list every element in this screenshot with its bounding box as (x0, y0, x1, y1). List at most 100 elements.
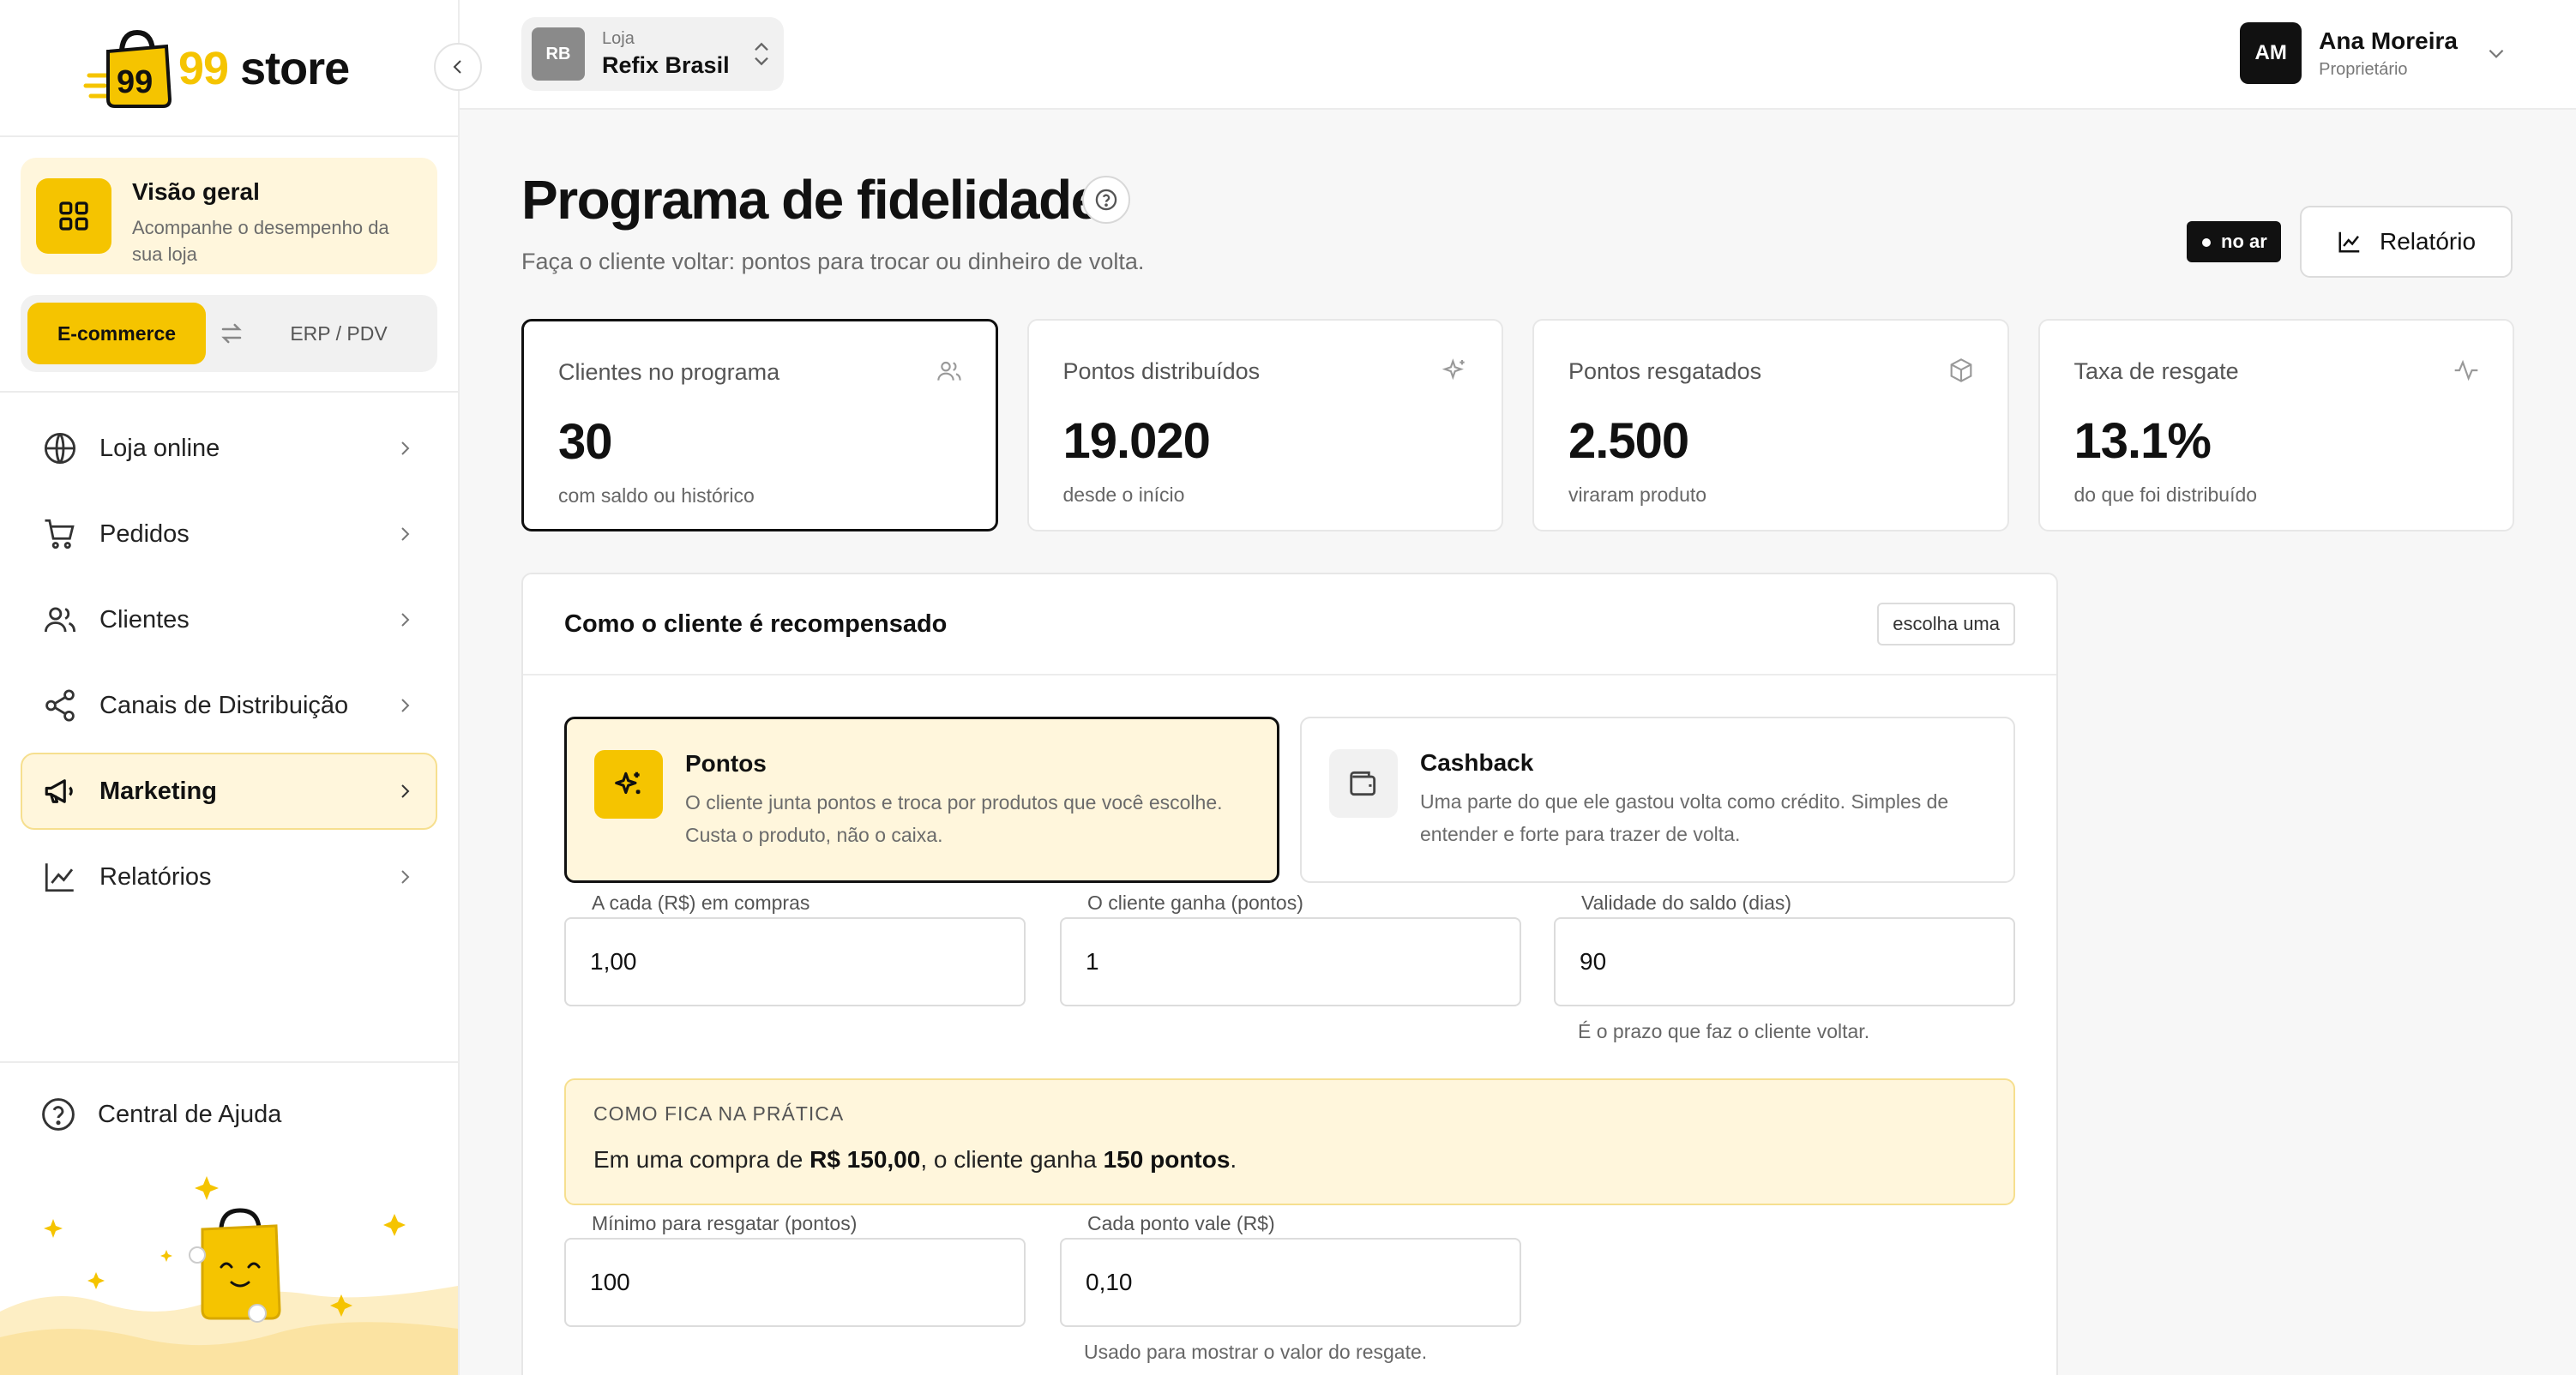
sidebar-item-label: Loja online (99, 434, 220, 462)
stat-note: do que foi distribuído (2073, 483, 2258, 506)
stat-value: 13.1% (2073, 413, 2212, 469)
option-title: Cashback (1420, 749, 1534, 776)
help-center-label: Central de Ajuda (98, 1100, 282, 1128)
stat-label: Pontos resgatados (1568, 358, 1762, 384)
min-redeem-input[interactable]: 100 (564, 1238, 1026, 1327)
chevron-right-icon (401, 441, 410, 455)
status-badge: no ar (2187, 221, 2281, 262)
stat-card-pontos-resgatados[interactable]: Pontos resgatados 2.500 viraram produto (1532, 319, 2009, 531)
stat-value: 2.500 (1568, 413, 1689, 469)
chevron-left-icon (453, 60, 461, 74)
spend-input[interactable]: 1,00 (564, 917, 1026, 1006)
panel-title: Como o cliente é recompensado (564, 609, 948, 638)
chevron-right-icon (401, 870, 410, 884)
divider (0, 1061, 458, 1063)
sparkle-icon (594, 750, 663, 819)
sidebar-item-clientes[interactable]: Clientes (21, 581, 437, 658)
help-center-link[interactable]: Central de Ajuda (39, 1096, 281, 1133)
sidebar-nav: Loja online Pedidos Clientes Canais de D… (21, 410, 437, 924)
brand-name-word: store (228, 43, 350, 94)
user-menu[interactable]: AM Ana Moreira Proprietário (2240, 22, 2507, 84)
field-label: A cada (R$) em compras (592, 892, 810, 914)
practice-post: . (1230, 1146, 1237, 1173)
min-redeem-field: Mínimo para resgatar (pontos) 100 (564, 1212, 1026, 1327)
chevron-right-icon (401, 527, 410, 541)
chevron-right-icon (401, 699, 410, 712)
user-role: Proprietário (2319, 59, 2408, 79)
shopping-bag-logo-icon: 99 (82, 27, 172, 110)
store-label: Loja (602, 29, 635, 48)
stat-label: Taxa de resgate (2073, 358, 2239, 384)
practice-amount: R$ 150,00 (810, 1146, 921, 1173)
validity-field: Validade do saldo (dias) 90 É o prazo qu… (1554, 892, 2015, 1043)
mode-erp-button[interactable]: ERP / PDV (257, 303, 420, 364)
globe-icon (41, 429, 79, 467)
choose-one-badge: escolha uma (1877, 603, 2015, 645)
earn-field: O cliente ganha (pontos) 1 (1060, 892, 1521, 1006)
activity-icon (2454, 359, 2478, 381)
page-subtitle: Faça o cliente voltar: pontos para troca… (521, 249, 1145, 274)
mode-toggle: E-commerce ERP / PDV (21, 295, 437, 372)
sidebar-item-label: Clientes (99, 605, 190, 633)
practice-text: Em uma compra de R$ 150,00, o cliente ga… (593, 1146, 1986, 1174)
brand-name-number: 99 (178, 43, 229, 94)
earn-input[interactable]: 1 (1060, 917, 1521, 1006)
store-avatar: RB (532, 27, 585, 81)
field-label: Cada ponto vale (R$) (1087, 1212, 1275, 1234)
store-switcher[interactable]: RB Loja Refix Brasil (521, 17, 784, 91)
field-label: Validade do saldo (dias) (1581, 892, 1792, 914)
bag-mascot-icon (189, 1208, 281, 1323)
option-title: Pontos (685, 750, 767, 777)
field-help: É o prazo que faz o cliente voltar. (1578, 1020, 1870, 1042)
sidebar: 99 99 store Visão geral Acompanhe o dese… (0, 0, 460, 1375)
field-label: Mínimo para resgatar (pontos) (592, 1212, 858, 1234)
divider (0, 135, 458, 137)
stat-note: viraram produto (1568, 483, 1707, 506)
overview-card[interactable]: Visão geral Acompanhe o desempenho da su… (21, 158, 437, 274)
users-icon (41, 601, 79, 639)
user-name: Ana Moreira (2319, 27, 2458, 54)
stat-label: Clientes no programa (558, 359, 780, 385)
reward-option-pontos[interactable]: Pontos O cliente junta pontos e troca po… (564, 717, 1279, 883)
brand-logo[interactable]: 99 99 store (82, 26, 391, 111)
reward-panel: Como o cliente é recompensado escolha um… (521, 573, 2058, 1375)
report-button-label: Relatório (2379, 228, 2477, 255)
collapse-sidebar-button[interactable] (434, 43, 482, 91)
grid-icon (36, 178, 111, 254)
practice-title: COMO FICA NA PRÁTICA (593, 1102, 845, 1125)
chart-icon (2338, 231, 2360, 253)
sparkle-icon (1441, 358, 1465, 381)
validity-input[interactable]: 90 (1554, 917, 2015, 1006)
reward-option-cashback[interactable]: Cashback Uma parte do que ele gastou vol… (1300, 717, 2015, 883)
sidebar-item-canais[interactable]: Canais de Distribuição (21, 667, 437, 744)
cart-icon (41, 515, 79, 553)
practice-callout: COMO FICA NA PRÁTICA Em uma compra de R$… (564, 1078, 2015, 1205)
users-icon (936, 361, 961, 381)
option-description: O cliente junta pontos e troca por produ… (685, 791, 1223, 846)
mode-ecommerce-button[interactable]: E-commerce (27, 303, 206, 364)
sidebar-item-pedidos[interactable]: Pedidos (21, 495, 437, 573)
sidebar-item-relatorios[interactable]: Relatórios (21, 838, 437, 916)
chevron-updown-icon (755, 42, 768, 66)
swap-icon[interactable] (206, 321, 257, 346)
chevron-right-icon (401, 784, 410, 798)
stat-note: com saldo ou histórico (558, 484, 755, 507)
point-value-input[interactable]: 0,10 (1060, 1238, 1521, 1327)
sidebar-item-label: Pedidos (99, 519, 190, 548)
option-description: Uma parte do que ele gastou volta como c… (1420, 790, 1949, 845)
stat-label: Pontos distribuídos (1062, 358, 1261, 384)
stat-card-taxa-resgate[interactable]: Taxa de resgate 13.1% do que foi distrib… (2037, 319, 2514, 531)
sidebar-item-marketing[interactable]: Marketing (21, 753, 437, 830)
stat-card-pontos-distribuidos[interactable]: Pontos distribuídos 19.020 desde o iníci… (1026, 319, 1503, 531)
help-icon[interactable] (1082, 176, 1130, 224)
stat-card-clientes[interactable]: Clientes no programa 30 com saldo ou his… (521, 319, 998, 531)
chevron-down-icon (2489, 49, 2504, 58)
field-help: Usado para mostrar o valor do resgate. (1084, 1341, 1428, 1363)
sidebar-item-loja-online[interactable]: Loja online (21, 410, 437, 487)
report-button[interactable]: Relatório (2300, 206, 2513, 278)
megaphone-icon (41, 772, 79, 810)
brand-name: 99 store (178, 42, 350, 95)
page-title: Programa de fidelidade (521, 169, 1101, 231)
point-value-field: Cada ponto vale (R$) 0,10 Usado para mos… (1060, 1212, 1521, 1364)
overview-subtitle: Acompanhe o desempenho da sua loja (132, 217, 389, 265)
